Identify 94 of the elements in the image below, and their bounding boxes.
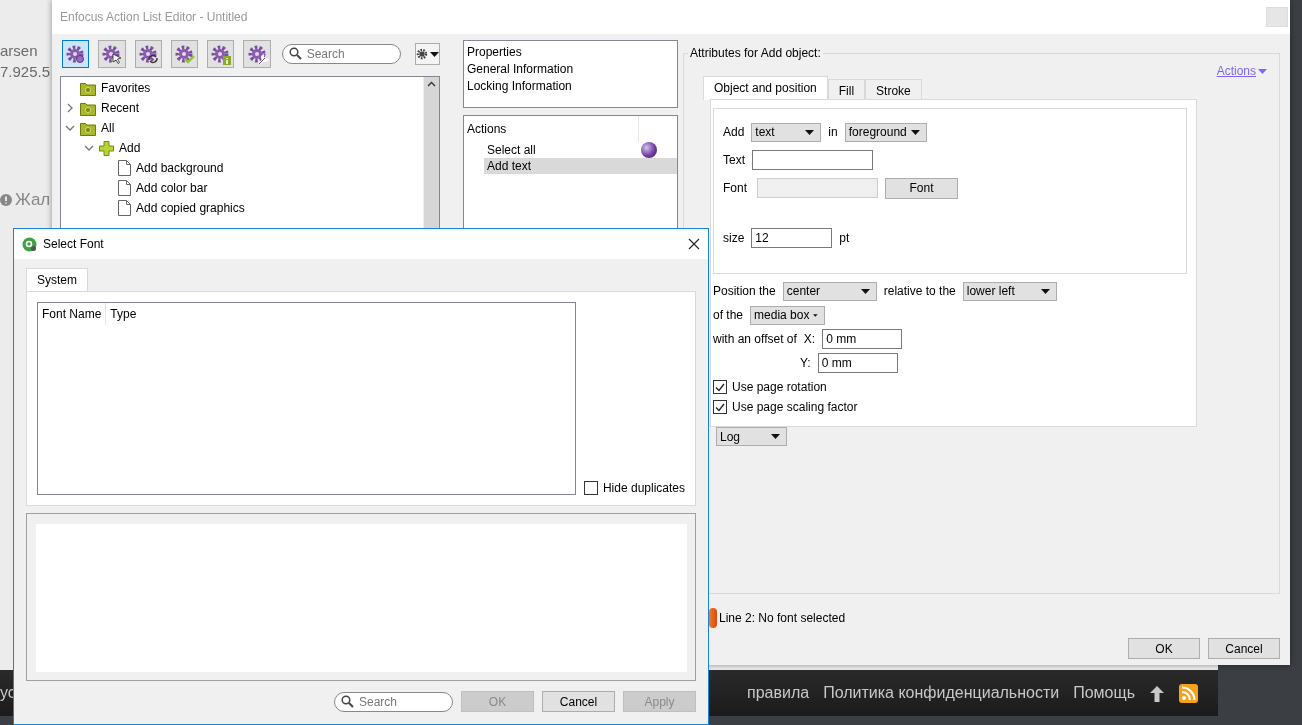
in-label: in — [828, 125, 838, 139]
checkbox-label: Use page scaling factor — [732, 400, 858, 414]
caret-icon — [1040, 288, 1050, 294]
status-message: Line 2: No font selected — [719, 611, 846, 625]
toolbar-button[interactable] — [98, 40, 126, 68]
window-title: Enfocus Action List Editor - Untitled — [60, 10, 248, 24]
checkbox[interactable] — [583, 481, 598, 495]
x-label: X: — [803, 332, 816, 346]
size-label: size — [723, 231, 745, 245]
caret-icon — [910, 129, 920, 135]
add-label: Add — [723, 125, 745, 139]
column-header[interactable]: Font Name — [38, 303, 107, 325]
properties-item[interactable]: General Information — [467, 62, 674, 76]
attributes-title: Attributes for Add object: — [689, 46, 822, 60]
tree-item[interactable]: Add color bar — [136, 181, 208, 195]
tab[interactable]: System — [26, 268, 88, 292]
actions-link[interactable]: Actions — [1216, 64, 1267, 78]
search-field[interactable]: Search — [334, 691, 453, 712]
error-icon — [709, 608, 717, 628]
x-offset-field[interactable]: 0 mm — [822, 329, 903, 349]
dialog-title: Select Font — [43, 237, 105, 251]
document-icon — [118, 160, 131, 176]
anchor-dropdown[interactable]: center — [782, 281, 877, 301]
caret-icon — [860, 288, 870, 294]
rss-icon[interactable] — [1179, 683, 1198, 703]
caret-icon — [1258, 68, 1267, 74]
tree-item[interactable]: Recent — [101, 101, 140, 115]
tree-item[interactable]: Add background — [136, 161, 224, 175]
unit-label: pt — [839, 231, 850, 245]
folder-icon — [80, 120, 96, 136]
toolbar-button[interactable] — [243, 40, 271, 68]
dialog-button[interactable]: Cancel — [542, 691, 615, 712]
dialog-button[interactable]: OK — [1128, 638, 1200, 659]
type-dropdown[interactable]: text — [751, 122, 822, 142]
warning-icon — [0, 194, 12, 206]
layer-dropdown[interactable]: foreground — [844, 122, 927, 142]
action-item[interactable]: Select all — [484, 142, 677, 158]
relative-label: relative to the — [883, 284, 956, 298]
tree-item[interactable]: Add — [119, 141, 141, 155]
properties-item[interactable]: Locking Information — [467, 79, 674, 93]
close-icon[interactable] — [688, 238, 700, 250]
checkbox[interactable] — [713, 380, 727, 394]
phone-text: 7.925.5 — [0, 63, 51, 80]
arrow-up-icon[interactable] — [1149, 684, 1165, 702]
y-offset-field[interactable]: 0 mm — [817, 353, 898, 373]
size-field[interactable]: 12 — [751, 228, 833, 248]
caret-icon — [429, 51, 439, 57]
reference-dropdown[interactable]: lower left — [962, 281, 1057, 301]
checkbox-label: Use page rotation — [732, 380, 827, 394]
of-label: of the — [713, 308, 744, 322]
plus-icon — [99, 140, 114, 156]
caret-icon — [813, 312, 819, 318]
footer-link[interactable]: Помощь — [1073, 684, 1135, 702]
text-field[interactable] — [752, 150, 873, 170]
search-icon — [341, 694, 354, 708]
toolbar-button[interactable] — [170, 40, 199, 68]
position-label: Position the — [713, 284, 776, 298]
font-label: Font — [723, 181, 747, 195]
tree-item[interactable]: All — [101, 121, 115, 135]
action-item[interactable]: Add text — [484, 158, 677, 174]
box-dropdown[interactable]: media box — [750, 305, 826, 325]
y-label: Y: — [800, 356, 811, 370]
app-icon — [22, 236, 37, 252]
search-icon — [288, 47, 302, 60]
chevron-right-icon[interactable] — [65, 103, 75, 113]
settings-button[interactable] — [414, 43, 440, 65]
search-field[interactable]: Search — [281, 44, 401, 64]
email-text: arsen — [0, 42, 38, 59]
dialog-button[interactable]: Cancel — [1208, 638, 1280, 659]
tab[interactable]: Object and position — [703, 76, 828, 100]
settings-icon — [415, 48, 428, 60]
toolbar-button[interactable] — [207, 40, 235, 68]
tab[interactable]: Stroke — [865, 79, 922, 100]
caret-icon — [805, 129, 815, 135]
folder-icon — [80, 80, 96, 96]
tree-item[interactable]: Favorites — [101, 81, 151, 95]
document-icon — [118, 200, 131, 216]
scroll-up-icon[interactable] — [427, 81, 436, 87]
column-header[interactable]: Type — [106, 303, 141, 325]
document-icon — [118, 180, 131, 196]
log-dropdown[interactable]: Log — [716, 427, 787, 446]
checkbox[interactable] — [713, 400, 727, 414]
checkbox-label: Hide duplicates — [602, 481, 685, 495]
footer-link[interactable]: Политика конфиденциальности — [823, 684, 1060, 702]
actions-header: Actions — [464, 116, 639, 142]
properties-header: Properties — [467, 45, 523, 59]
tree-item[interactable]: Add copied graphics — [136, 201, 245, 215]
folder-icon — [80, 100, 96, 116]
toolbar-button[interactable] — [62, 40, 90, 68]
footer-link[interactable]: правила — [747, 684, 810, 702]
caret-icon — [771, 434, 780, 439]
offset-label: with an offset of — [713, 332, 797, 346]
toolbar-button[interactable] — [134, 40, 162, 68]
text-label: Text — [723, 153, 745, 167]
